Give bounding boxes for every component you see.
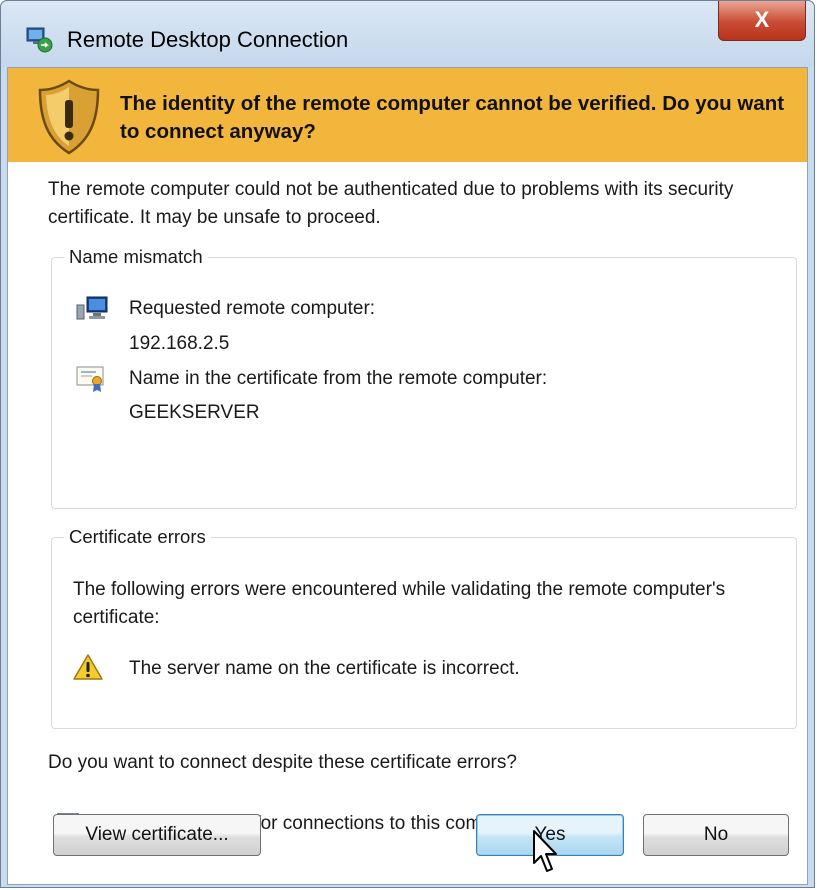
mouse-cursor-icon (533, 830, 557, 872)
computer-icon (76, 296, 108, 320)
certificate-name-value: GEEKSERVER (129, 402, 260, 423)
name-mismatch-title: Name mismatch (64, 243, 208, 271)
no-button[interactable]: No (643, 814, 789, 856)
window-title: Remote Desktop Connection (67, 27, 349, 52)
certificate-errors-title: Certificate errors (64, 523, 211, 551)
requested-computer-value: 192.168.2.5 (129, 333, 230, 354)
dialog-content: The identity of the remote computer cann… (7, 67, 808, 885)
shield-warning-icon (38, 79, 100, 155)
certificate-icon (76, 366, 104, 392)
intro-text: The remote computer could not be authent… (48, 179, 734, 228)
warning-icon (73, 654, 103, 680)
name-mismatch-group: Name mismatch Requested remote computer:… (51, 243, 797, 509)
warning-banner: The identity of the remote computer cann… (8, 68, 807, 162)
certificate-error-text: The server name on the certificate is in… (129, 658, 520, 679)
requested-computer-label: Requested remote computer: (129, 298, 376, 319)
remote-desktop-icon (26, 27, 53, 53)
certificate-name-label: Name in the certificate from the remote … (129, 368, 548, 389)
title-bar[interactable]: Remote Desktop Connection X (1, 1, 814, 67)
connect-question: Do you want to connect despite these cer… (48, 752, 517, 773)
dialog-window: Remote Desktop Connection X The identity… (0, 0, 815, 888)
certificate-errors-group: Certificate errors The following errors … (51, 523, 797, 729)
view-certificate-button[interactable]: View certificate... (53, 814, 261, 856)
close-button[interactable]: X (718, 1, 806, 41)
certificate-errors-description: The following errors were encountered wh… (73, 579, 726, 628)
banner-message: The identity of the remote computer cann… (120, 92, 785, 143)
